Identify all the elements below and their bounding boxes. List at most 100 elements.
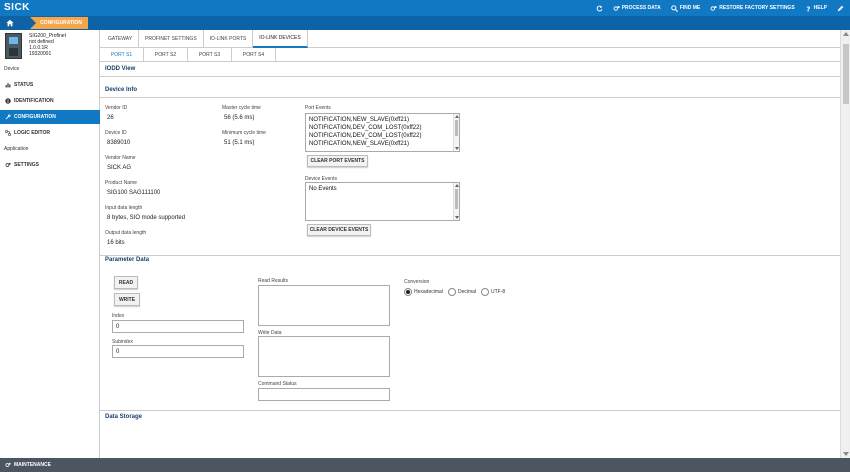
- port-events-scrollbar[interactable]: [453, 114, 459, 151]
- refresh-button[interactable]: [596, 5, 603, 12]
- min-cycle-time-value: 51 (5.1 ms): [224, 140, 255, 146]
- device-card: SIG200_Profinet not defined 1.0.0.1R 193…: [5, 33, 99, 63]
- write-data-textarea[interactable]: [258, 336, 390, 377]
- subindex-input[interactable]: 0: [112, 345, 244, 358]
- home-button[interactable]: [3, 18, 16, 28]
- divider: [100, 97, 840, 98]
- port-event-item: NOTIFICATION,NEW_SLAVE(0xff21): [309, 117, 410, 123]
- info-icon: [5, 98, 11, 104]
- gears-icon: [710, 5, 717, 11]
- maintenance-bar[interactable]: MAINTENANCE: [0, 458, 850, 472]
- device-events-scrollbar[interactable]: [453, 183, 459, 220]
- sidebar-item-label: IDENTIFICATION: [14, 98, 54, 104]
- divider: [100, 255, 840, 256]
- top-nav: PROCESS DATA FIND ME RESTORE FACTORY SET…: [596, 0, 844, 16]
- radio-utf8[interactable]: UTF-8: [481, 288, 505, 296]
- maintenance-label: MAINTENANCE: [14, 462, 51, 468]
- gears-icon: [5, 162, 11, 167]
- clear-device-events-button[interactable]: CLEAR DEVICE EVENTS: [307, 224, 371, 236]
- master-cycle-time-label: Master cycle time: [222, 105, 261, 111]
- device-events-list[interactable]: No Events: [305, 182, 460, 221]
- tab-port-s2[interactable]: PORT S2: [144, 48, 188, 62]
- radio-hexadecimal[interactable]: Hexadecimal: [404, 288, 443, 296]
- breadcrumb-configuration[interactable]: CONFIGURATION: [30, 17, 88, 29]
- scroll-down-arrow[interactable]: [843, 452, 849, 456]
- scroll-thumb[interactable]: [843, 44, 849, 104]
- sidebar-item-logic-editor[interactable]: LOGIC EDITOR: [0, 126, 100, 140]
- sidebar: SIG200_Profinet not defined 1.0.0.1R 193…: [0, 30, 100, 458]
- wrench-icon: [5, 114, 11, 120]
- breadcrumb-bar: CONFIGURATION: [0, 16, 850, 30]
- radio-button[interactable]: [481, 288, 489, 296]
- iodd-view-heading: IODD View: [105, 66, 136, 72]
- input-data-length-value: 8 bytes, SIO mode supported: [107, 215, 186, 221]
- data-storage-heading: Data Storage: [105, 414, 143, 420]
- tab-gateway[interactable]: GATEWAY: [102, 30, 140, 48]
- command-status-label: Command Status: [258, 381, 297, 387]
- read-button[interactable]: READ: [114, 276, 138, 289]
- port-event-item: NOTIFICATION,DEV_COM_LOST(0xff22): [309, 125, 422, 131]
- write-button[interactable]: WRITE: [114, 293, 140, 306]
- vendor-name-label: Vendor Name: [105, 155, 136, 161]
- device-id-label: Device ID: [105, 130, 127, 136]
- search-icon: [670, 4, 678, 12]
- sidebar-item-label: CONFIGURATION: [14, 114, 56, 120]
- index-label: Index: [112, 313, 125, 319]
- top-bar: SICK PROCESS DATA FIND ME RESTORE FACTOR…: [0, 0, 850, 16]
- radio-decimal[interactable]: Decimal: [448, 288, 476, 296]
- restore-factory-settings-button[interactable]: RESTORE FACTORY SETTINGS: [710, 5, 795, 12]
- main-content: GATEWAY PROFINET SETTINGS IO-LINK PORTS …: [100, 30, 840, 458]
- sidebar-item-settings[interactable]: SETTINGS: [0, 158, 100, 172]
- find-me-button[interactable]: FIND ME: [670, 4, 701, 12]
- sidebar-item-configuration[interactable]: CONFIGURATION: [0, 110, 100, 124]
- sidebar-item-status[interactable]: STATUS: [0, 78, 100, 92]
- help-label: HELP: [813, 5, 827, 11]
- tab-io-link-ports[interactable]: IO-LINK PORTS: [204, 30, 254, 48]
- device-serial: 19320001: [29, 51, 52, 57]
- edit-button[interactable]: [837, 5, 844, 12]
- index-input[interactable]: 0: [112, 320, 244, 333]
- device-info-heading: Device Info: [105, 87, 138, 93]
- gears-icon: [5, 462, 11, 467]
- divider: [100, 76, 840, 77]
- help-button[interactable]: ? HELP: [805, 5, 827, 12]
- bar-chart-icon: [5, 83, 11, 88]
- product-name-label: Product Name: [105, 180, 137, 186]
- port-events-label: Port Events: [305, 105, 331, 111]
- sidebar-item-label: LOGIC EDITOR: [14, 130, 51, 136]
- port-events-list[interactable]: NOTIFICATION,NEW_SLAVE(0xff21) NOTIFICAT…: [305, 113, 460, 152]
- output-data-length-value: 16 bits: [107, 240, 125, 246]
- device-info: SIG200_Profinet not defined 1.0.0.1R 193…: [29, 33, 66, 57]
- page-scrollbar[interactable]: [840, 30, 850, 458]
- clear-port-events-button[interactable]: CLEAR PORT EVENTS: [307, 155, 368, 167]
- find-me-label: FIND ME: [679, 5, 701, 11]
- tab-port-s1[interactable]: PORT S1: [100, 48, 144, 62]
- parameter-data-heading: Parameter Data: [105, 257, 150, 263]
- tab-io-link-devices[interactable]: IO-LINK DEVICES: [253, 30, 308, 48]
- refresh-icon: [596, 5, 603, 11]
- port-event-item: NOTIFICATION,DEV_COM_LOST(0xff22): [309, 133, 422, 139]
- command-status-field: [258, 388, 390, 401]
- home-icon: [5, 19, 14, 27]
- product-name-value: SIG100 SAG111100: [107, 190, 161, 196]
- radio-label: Decimal: [458, 289, 477, 295]
- radio-label: Hexadecimal: [414, 289, 443, 295]
- gears-icon: [613, 5, 620, 11]
- restore-label: RESTORE FACTORY SETTINGS: [719, 5, 795, 11]
- master-cycle-time-value: 56 (5.6 ms): [224, 115, 255, 121]
- pencil-icon: [837, 5, 844, 11]
- read-results-box: [258, 285, 390, 326]
- sidebar-item-identification[interactable]: IDENTIFICATION: [0, 94, 100, 108]
- radio-label: UTF-8: [491, 289, 506, 295]
- tab-profinet-settings[interactable]: PROFINET SETTINGS: [139, 30, 204, 48]
- port-events-text: NOTIFICATION,NEW_SLAVE(0xff21) NOTIFICAT…: [306, 114, 424, 150]
- radio-button[interactable]: [404, 288, 412, 296]
- output-data-length-label: Output data length: [105, 230, 147, 236]
- tab-port-s3[interactable]: PORT S3: [188, 48, 232, 62]
- process-data-button[interactable]: PROCESS DATA: [613, 5, 661, 12]
- svg-text:?: ?: [806, 5, 810, 12]
- scroll-up-arrow[interactable]: [843, 32, 849, 36]
- radio-button[interactable]: [448, 288, 456, 296]
- read-results-label: Read Results: [258, 278, 289, 284]
- tab-port-s4[interactable]: PORT S4: [232, 48, 276, 62]
